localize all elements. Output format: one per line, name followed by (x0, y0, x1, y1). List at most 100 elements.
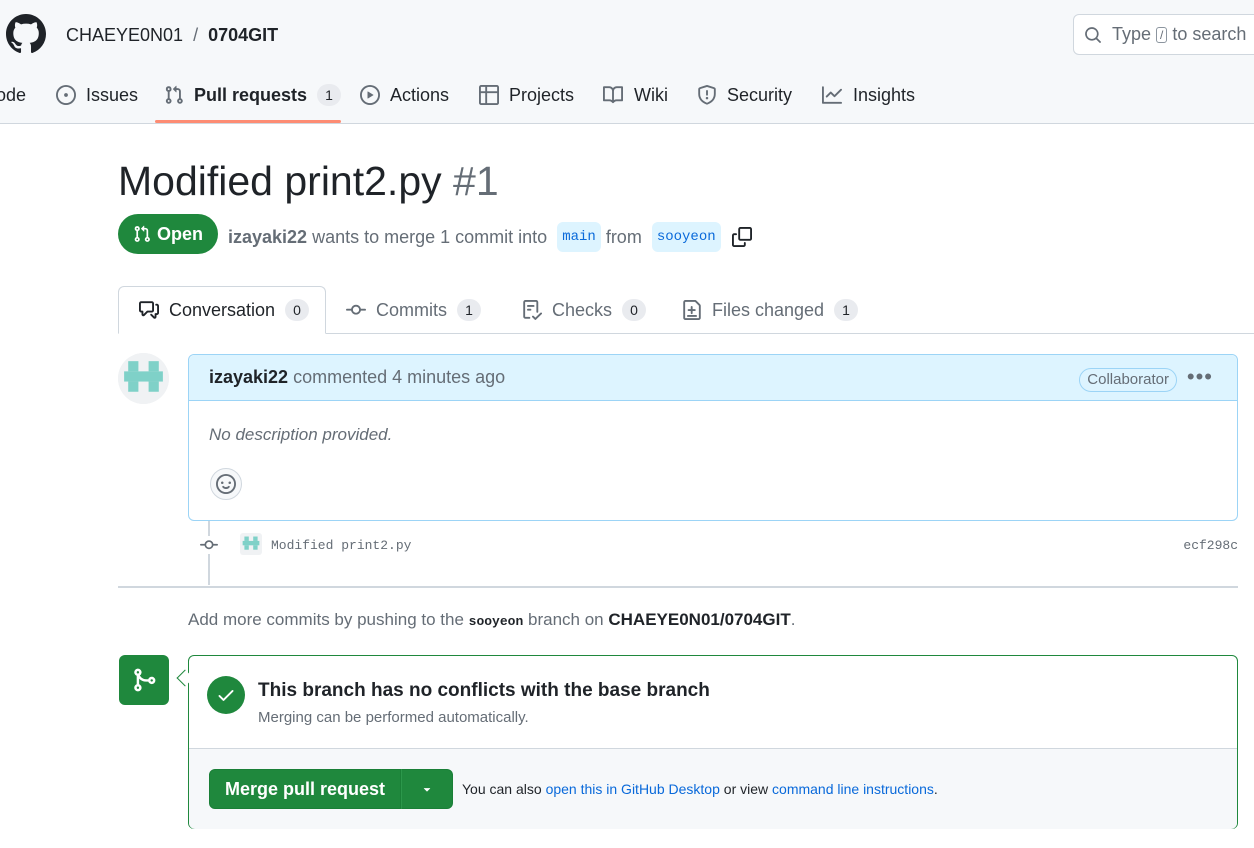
nav-wiki-label: Wiki (634, 84, 668, 105)
graph-icon (822, 86, 842, 104)
tab-files-changed[interactable]: Files changed 1 (682, 286, 859, 334)
copy-icon[interactable] (731, 227, 752, 247)
repo-header: CHAEYE0N01/0704GIT Type / to search ode … (0, 0, 1254, 124)
merge-note-prefix: You can also (462, 781, 542, 797)
add-reaction-button[interactable] (210, 468, 242, 500)
merge-status-icon (119, 655, 169, 705)
nav-pull-requests-label: Pull requests (194, 84, 308, 105)
git-commit-icon (200, 536, 218, 554)
git-merge-icon (134, 668, 156, 692)
active-tab-underline (155, 120, 341, 123)
tab-files-changed-label: Files changed (712, 299, 825, 320)
search-shortcut-key: / (1156, 26, 1168, 43)
comment-header: izayaki22 commented 4 minutes ago Collab… (189, 355, 1237, 401)
merge-box: This branch has no conflicts with the ba… (188, 655, 1238, 829)
nav-code[interactable]: ode (0, 78, 26, 112)
search-input[interactable]: Type / to search (1073, 14, 1254, 55)
nav-insights-label: Insights (853, 84, 916, 105)
pr-number: #1 (453, 158, 499, 204)
file-diff-icon (683, 300, 701, 320)
tab-conversation-count: 0 (285, 299, 310, 321)
nav-security[interactable]: Security (697, 78, 792, 112)
checklist-icon (523, 300, 542, 320)
comment-body: No description provided. (209, 425, 393, 444)
repo-owner-link[interactable]: CHAEYE0N01 (66, 25, 183, 45)
tab-conversation-label: Conversation (169, 299, 276, 320)
nav-actions[interactable]: Actions (360, 78, 449, 112)
pr-state-badge: Open (118, 214, 218, 254)
collaborator-badge: Collaborator (1079, 368, 1177, 392)
tab-commits[interactable]: Commits 1 (346, 286, 481, 334)
pr-description-comment: izayaki22 commented 4 minutes ago Collab… (188, 354, 1238, 521)
pr-author-link[interactable]: izayaki22 (228, 225, 307, 249)
play-icon (360, 85, 380, 105)
merge-note-suffix: . (933, 781, 938, 797)
merge-method-dropdown[interactable] (401, 769, 453, 809)
merge-note-middle: or view (723, 781, 769, 797)
search-icon (1085, 26, 1101, 43)
avatar[interactable] (118, 353, 169, 404)
tab-files-changed-count: 1 (834, 299, 859, 321)
pr-title: Modified print2.py #1 (118, 156, 499, 206)
check-circle-icon (207, 676, 245, 714)
tab-commits-label: Commits (376, 299, 447, 320)
tab-checks[interactable]: Checks 0 (522, 286, 647, 334)
pull-request-icon (134, 225, 150, 242)
nav-code-label: ode (0, 84, 27, 105)
pull-request-icon (165, 85, 183, 104)
pr-meta-text: wants to merge 1 commit into (312, 227, 548, 247)
commit-sha-link[interactable]: ecf298c (1183, 538, 1238, 553)
merge-status-subtitle: Merging can be performed automatically. (258, 709, 529, 726)
push-info-text: Add more commits by pushing to the sooye… (188, 610, 795, 630)
nav-wiki[interactable]: Wiki (602, 78, 668, 112)
pull-requests-count: 1 (317, 84, 342, 106)
nav-security-label: Security (727, 84, 793, 105)
comment-discussion-icon (139, 301, 159, 319)
merge-pull-request-button[interactable]: Merge pull request (209, 769, 401, 809)
github-desktop-link[interactable]: open this in GitHub Desktop (546, 781, 720, 797)
breadcrumb: CHAEYE0N01 / 0704GIT (66, 24, 278, 46)
command-line-instructions-link[interactable]: command line instructions (772, 781, 934, 797)
merge-footer: Merge pull request You can also open thi… (189, 749, 1237, 829)
commit-author-avatar[interactable] (240, 533, 262, 555)
tab-checks-count: 0 (622, 299, 647, 321)
push-info-prefix: Add more commits by pushing to the (188, 610, 464, 629)
push-info-middle: branch on (528, 610, 604, 629)
head-branch[interactable]: sooyeon (651, 222, 721, 252)
tab-conversation[interactable]: Conversation 0 (118, 286, 326, 334)
push-info-suffix: . (790, 610, 796, 629)
github-logo-icon[interactable] (6, 14, 46, 54)
table-icon (479, 85, 499, 105)
nav-pull-requests[interactable]: Pull requests 1 (164, 78, 342, 112)
comment-author-link[interactable]: izayaki22 (209, 367, 288, 388)
pr-meta: izayaki22 wants to merge 1 commit into m… (228, 222, 752, 252)
push-info-branch: sooyeon (468, 614, 524, 629)
timeline-divider (118, 586, 1238, 588)
tab-commits-count: 1 (457, 299, 481, 321)
issue-icon (56, 85, 76, 105)
breadcrumb-separator: / (193, 25, 199, 45)
search-prefix: Type (1112, 24, 1152, 44)
triangle-down-icon (423, 788, 431, 792)
nav-issues[interactable]: Issues (56, 78, 138, 112)
merge-status-title: This branch has no conflicts with the ba… (258, 680, 710, 701)
nav-issues-label: Issues (86, 84, 139, 105)
nav-projects-label: Projects (509, 84, 575, 105)
pr-title-text: Modified print2.py (118, 158, 442, 204)
tab-checks-label: Checks (552, 299, 613, 320)
timeline-commit: Modified print2.py ecf298c (188, 530, 1238, 560)
repo-name-link[interactable]: 0704GIT (208, 25, 278, 45)
pr-from-text: from (605, 227, 642, 247)
base-branch[interactable]: main (557, 222, 601, 252)
push-info-repo: CHAEYE0N01/0704GIT (608, 610, 791, 629)
smiley-icon (216, 474, 236, 494)
comment-timestamp: commented 4 minutes ago (293, 367, 506, 387)
commit-message-link[interactable]: Modified print2.py (271, 538, 411, 553)
book-icon (603, 86, 624, 104)
kebab-icon[interactable]: ••• (1187, 366, 1213, 388)
shield-icon (698, 85, 716, 105)
nav-insights[interactable]: Insights (821, 78, 915, 112)
pr-state-label: Open (156, 223, 203, 244)
nav-projects[interactable]: Projects (479, 78, 574, 112)
merge-note: You can also open this in GitHub Desktop… (462, 781, 938, 797)
